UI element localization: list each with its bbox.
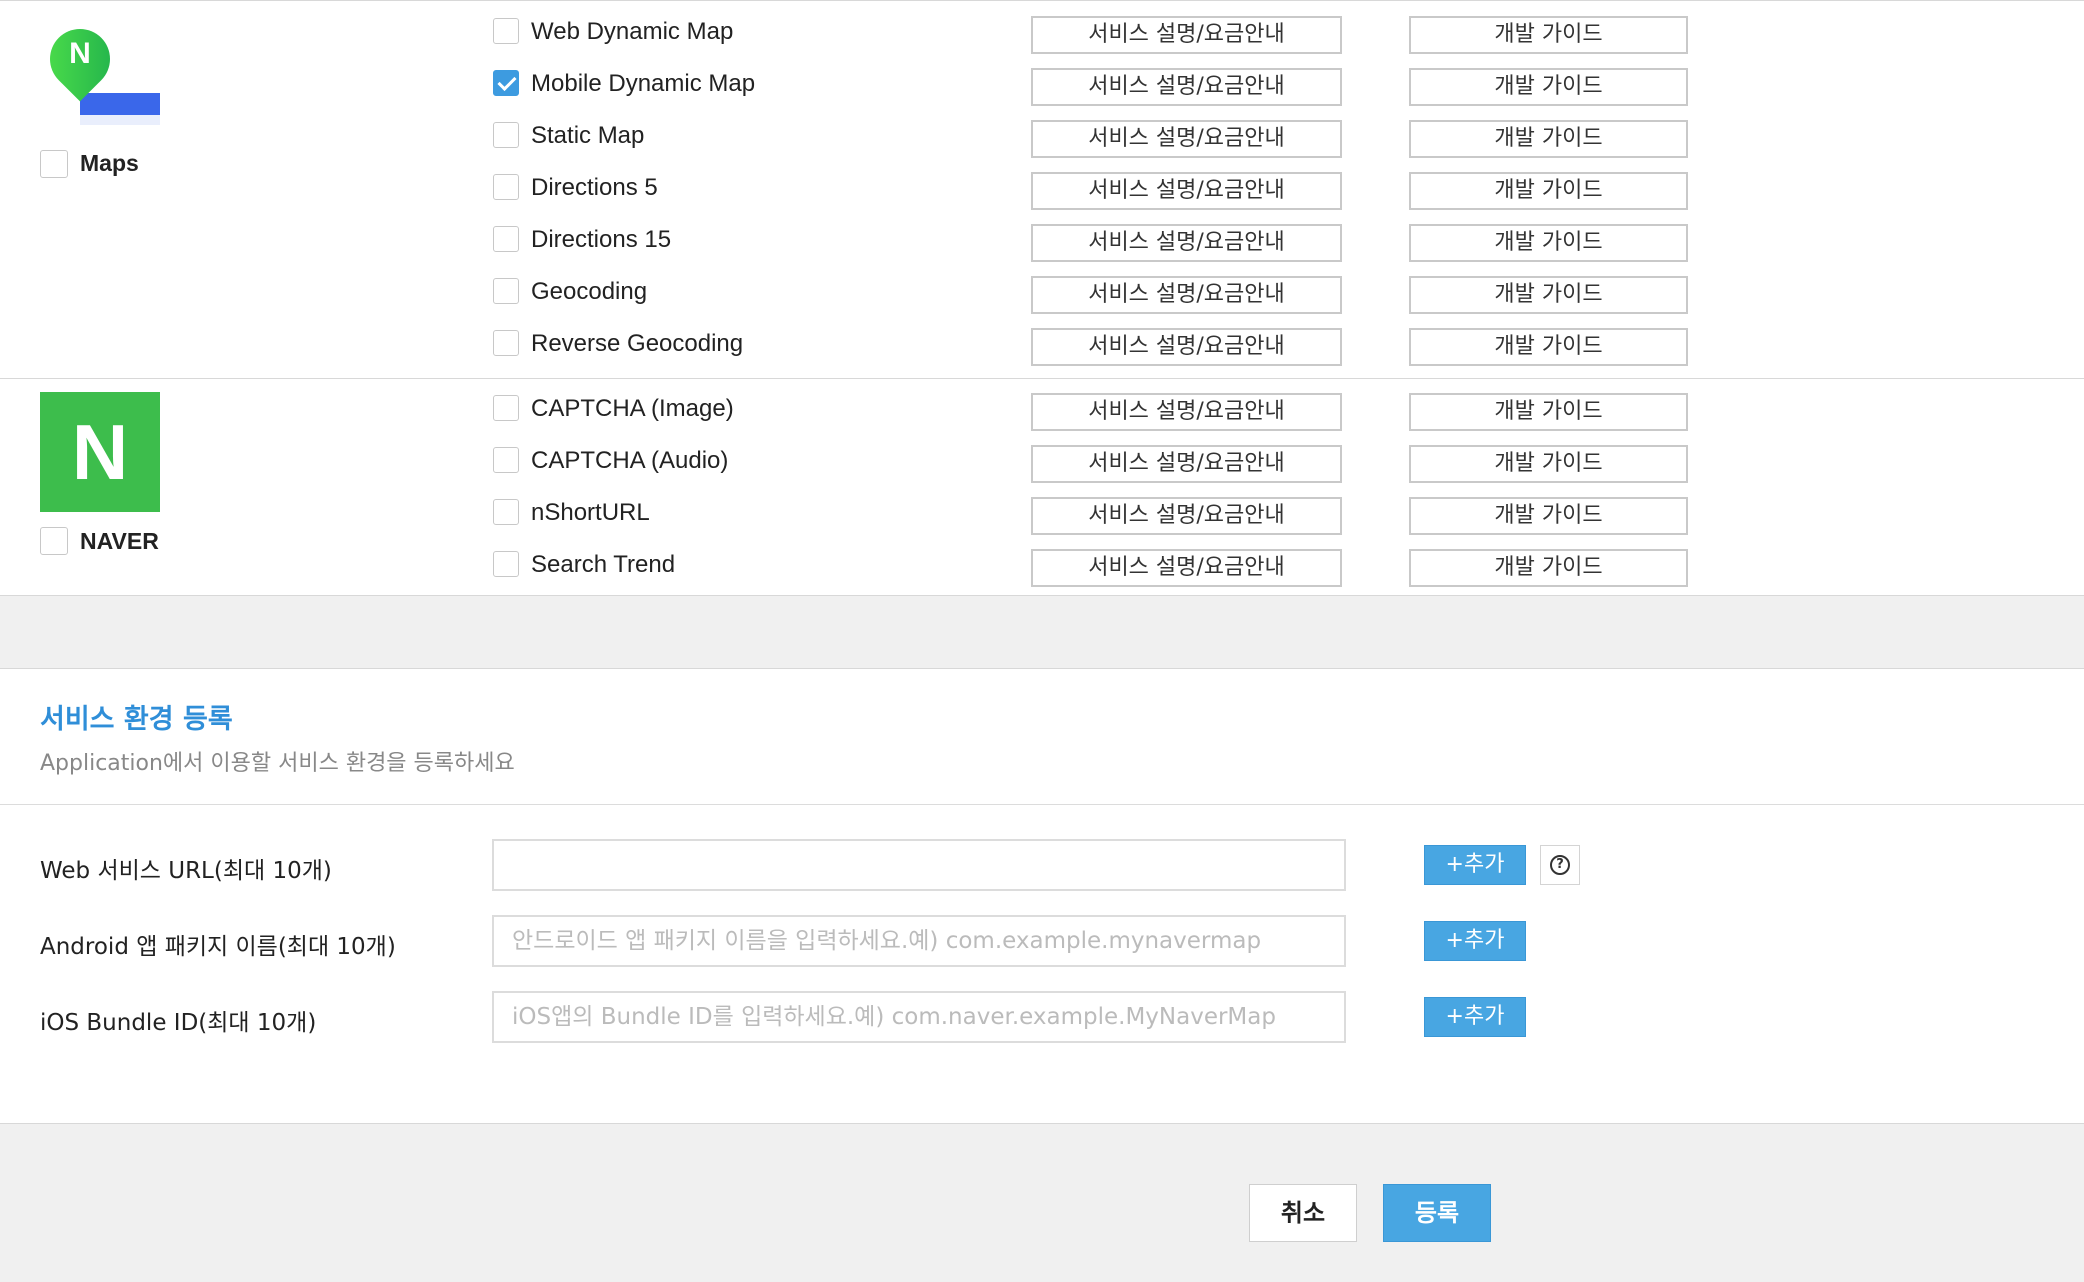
api-checkbox[interactable] bbox=[493, 18, 519, 44]
service-desc-button[interactable]: 서비스 설명/요금안내 bbox=[1031, 224, 1342, 262]
android-package-label: Android 앱 패키지 이름(최대 10개) bbox=[40, 934, 396, 960]
api-row: Web Dynamic Map 서비스 설명/요금안내 개발 가이드 bbox=[0, 6, 2084, 58]
service-desc-button[interactable]: 서비스 설명/요금안내 bbox=[1031, 276, 1342, 314]
dev-guide-button[interactable]: 개발 가이드 bbox=[1409, 276, 1688, 314]
dev-guide-button[interactable]: 개발 가이드 bbox=[1409, 68, 1688, 106]
dev-guide-button[interactable]: 개발 가이드 bbox=[1409, 445, 1688, 483]
dev-guide-button[interactable]: 개발 가이드 bbox=[1409, 497, 1688, 535]
service-desc-button[interactable]: 서비스 설명/요금안내 bbox=[1031, 120, 1342, 158]
api-row: Directions 5 서비스 설명/요금안내 개발 가이드 bbox=[0, 162, 2084, 214]
api-group-maps: N Maps Web Dynamic Map 서비스 설명/요금안내 개발 가이… bbox=[0, 1, 2084, 378]
api-row: Static Map 서비스 설명/요금안내 개발 가이드 bbox=[0, 110, 2084, 162]
dev-guide-button[interactable]: 개발 가이드 bbox=[1409, 549, 1688, 587]
api-row: nShortURL 서비스 설명/요금안내 개발 가이드 bbox=[0, 487, 2084, 539]
api-checkbox[interactable] bbox=[493, 551, 519, 577]
api-row: Mobile Dynamic Map 서비스 설명/요금안내 개발 가이드 bbox=[0, 58, 2084, 110]
api-row: CAPTCHA (Image) 서비스 설명/요금안내 개발 가이드 bbox=[0, 383, 2084, 435]
api-name: CAPTCHA (Image) bbox=[531, 395, 734, 422]
api-selection-panel: N Maps Web Dynamic Map 서비스 설명/요금안내 개발 가이… bbox=[0, 0, 2084, 596]
service-env-subtitle: Application에서 이용할 서비스 환경을 등록하세요 bbox=[40, 751, 515, 776]
dev-guide-button[interactable]: 개발 가이드 bbox=[1409, 16, 1688, 54]
api-row: Geocoding 서비스 설명/요금안내 개발 가이드 bbox=[0, 266, 2084, 318]
api-checkbox[interactable] bbox=[493, 122, 519, 148]
api-row: Directions 15 서비스 설명/요금안내 개발 가이드 bbox=[0, 214, 2084, 266]
ios-bundle-label: iOS Bundle ID(최대 10개) bbox=[40, 1010, 317, 1036]
form-row-ios-bundle: iOS Bundle ID(최대 10개) +추가 bbox=[0, 991, 2084, 1043]
android-package-input[interactable] bbox=[492, 915, 1346, 967]
api-row: Search Trend 서비스 설명/요금안내 개발 가이드 bbox=[0, 539, 2084, 591]
api-row: Reverse Geocoding 서비스 설명/요금안내 개발 가이드 bbox=[0, 318, 2084, 370]
api-checkbox[interactable] bbox=[493, 278, 519, 304]
api-checkbox[interactable] bbox=[493, 226, 519, 252]
api-name: nShortURL bbox=[531, 499, 650, 526]
add-ios-bundle-button[interactable]: +추가 bbox=[1424, 997, 1526, 1037]
dev-guide-button[interactable]: 개발 가이드 bbox=[1409, 393, 1688, 431]
add-web-url-button[interactable]: +추가 bbox=[1424, 845, 1526, 885]
api-checkbox[interactable] bbox=[493, 447, 519, 473]
api-name: Geocoding bbox=[531, 278, 648, 305]
service-desc-button[interactable]: 서비스 설명/요금안내 bbox=[1031, 549, 1342, 587]
service-desc-button[interactable]: 서비스 설명/요금안내 bbox=[1031, 497, 1342, 535]
dev-guide-button[interactable]: 개발 가이드 bbox=[1409, 224, 1688, 262]
submit-button[interactable]: 등록 bbox=[1383, 1184, 1491, 1242]
page: N Maps Web Dynamic Map 서비스 설명/요금안내 개발 가이… bbox=[0, 0, 2084, 1282]
help-button[interactable]: ? bbox=[1540, 845, 1580, 885]
service-desc-button[interactable]: 서비스 설명/요금안내 bbox=[1031, 172, 1342, 210]
api-checkbox[interactable] bbox=[493, 395, 519, 421]
api-name: Static Map bbox=[531, 122, 645, 149]
api-name: Directions 15 bbox=[531, 226, 672, 253]
web-url-input[interactable] bbox=[492, 839, 1346, 891]
service-env-panel: 서비스 환경 등록 Application에서 이용할 서비스 환경을 등록하세… bbox=[0, 668, 2084, 1124]
form-row-web-url: Web 서비스 URL(최대 10개) +추가 ? bbox=[0, 839, 2084, 891]
service-desc-button[interactable]: 서비스 설명/요금안내 bbox=[1031, 393, 1342, 431]
service-desc-button[interactable]: 서비스 설명/요금안내 bbox=[1031, 328, 1342, 366]
service-desc-button[interactable]: 서비스 설명/요금안내 bbox=[1031, 445, 1342, 483]
api-name: Search Trend bbox=[531, 551, 676, 578]
service-desc-button[interactable]: 서비스 설명/요금안내 bbox=[1031, 16, 1342, 54]
service-env-header: 서비스 환경 등록 Application에서 이용할 서비스 환경을 등록하세… bbox=[0, 669, 2084, 805]
api-checkbox[interactable] bbox=[493, 174, 519, 200]
api-group-naver: N NAVER CAPTCHA (Image) 서비스 설명/요금안내 개발 가… bbox=[0, 378, 2084, 596]
api-name: Directions 5 bbox=[531, 174, 658, 201]
service-env-title: 서비스 환경 등록 bbox=[40, 704, 233, 735]
api-checkbox-checked[interactable] bbox=[493, 70, 519, 96]
web-url-label: Web 서비스 URL(최대 10개) bbox=[40, 858, 332, 884]
help-icon: ? bbox=[1550, 855, 1570, 875]
service-desc-button[interactable]: 서비스 설명/요금안내 bbox=[1031, 68, 1342, 106]
api-name: Web Dynamic Map bbox=[531, 18, 734, 45]
add-android-package-button[interactable]: +추가 bbox=[1424, 921, 1526, 961]
api-checkbox[interactable] bbox=[493, 499, 519, 525]
dev-guide-button[interactable]: 개발 가이드 bbox=[1409, 172, 1688, 210]
cancel-button[interactable]: 취소 bbox=[1249, 1184, 1357, 1242]
api-name: Mobile Dynamic Map bbox=[531, 70, 756, 97]
api-name: CAPTCHA (Audio) bbox=[531, 447, 729, 474]
form-row-android-package: Android 앱 패키지 이름(최대 10개) +추가 bbox=[0, 915, 2084, 967]
ios-bundle-input[interactable] bbox=[492, 991, 1346, 1043]
api-checkbox[interactable] bbox=[493, 330, 519, 356]
dev-guide-button[interactable]: 개발 가이드 bbox=[1409, 328, 1688, 366]
api-row: CAPTCHA (Audio) 서비스 설명/요금안내 개발 가이드 bbox=[0, 435, 2084, 487]
api-name: Reverse Geocoding bbox=[531, 330, 744, 357]
dev-guide-button[interactable]: 개발 가이드 bbox=[1409, 120, 1688, 158]
